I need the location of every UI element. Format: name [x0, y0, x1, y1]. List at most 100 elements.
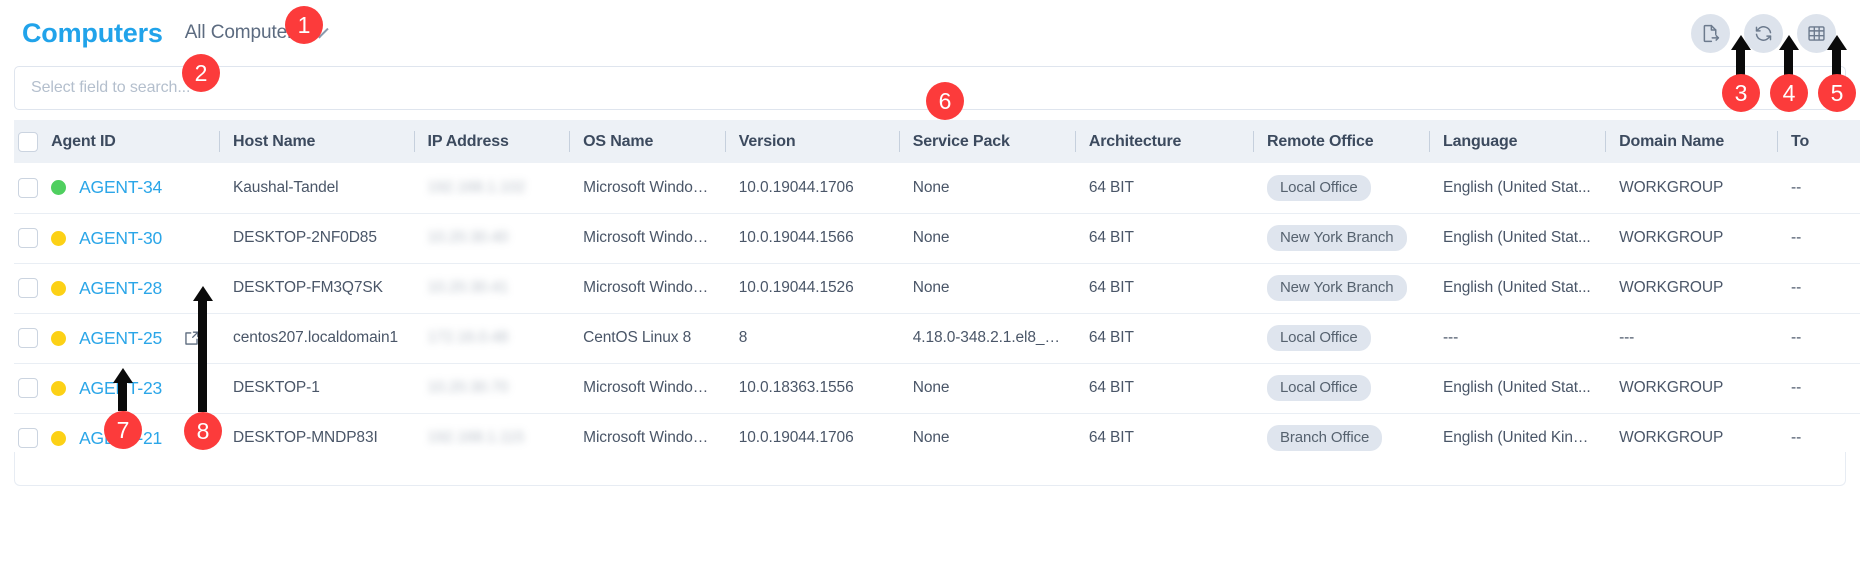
to-cell: -- [1777, 313, 1860, 364]
annotation-marker-3: 3 [1722, 74, 1760, 112]
domain-name-cell: WORKGROUP [1605, 163, 1778, 214]
row-checkbox[interactable] [18, 177, 38, 198]
table-columns-icon [1806, 23, 1827, 44]
remote-office-badge: New York Branch [1266, 225, 1407, 251]
column-header-remote-office[interactable]: Remote Office [1252, 120, 1429, 163]
left-edge-mask [0, 0, 14, 562]
agent-id-inner: AGENT-28 [51, 278, 205, 299]
domain-name-cell: WORKGROUP [1605, 263, 1778, 314]
ip-address-value: 10.20.30.40 [427, 229, 509, 246]
table-row[interactable]: AGENT-23DESKTOP-1 10.20.30.70 Microsoft Wi… [0, 363, 1860, 414]
table-row[interactable]: AGENT-30 DESKTOP-2NF0D85 10.20.30.40 Micros… [0, 213, 1860, 264]
search-placeholder: Select field to search... [31, 79, 191, 96]
architecture-cell: 64 BIT [1074, 413, 1253, 452]
ip-address-cell: 10.20.30.70 [413, 363, 570, 414]
refresh-icon [1753, 23, 1774, 44]
service-pack-cell: None [898, 263, 1075, 314]
agent-id-link[interactable]: AGENT-30 [79, 228, 162, 249]
host-name-cell: centos207.localdomain1 [219, 313, 414, 364]
status-dot-icon [51, 330, 67, 346]
column-header-domain-name[interactable]: Domain Name [1605, 120, 1778, 163]
language-cell: English (United Stat... [1429, 363, 1606, 414]
remote-office-badge: Local Office [1266, 325, 1371, 351]
remote-office-cell: Local Office [1252, 163, 1429, 214]
language-cell: English (United King... [1429, 413, 1606, 452]
ip-address-value: 10.20.30.41 [427, 279, 509, 296]
annotation-marker-4: 4 [1770, 74, 1808, 112]
version-cell: 10.0.19044.1706 [724, 413, 899, 452]
column-header-language[interactable]: Language [1429, 120, 1606, 163]
annotation-arrow-3 [1736, 48, 1745, 76]
annotation-marker-5: 5 [1818, 74, 1856, 112]
row-checkbox[interactable] [18, 328, 38, 348]
export-icon [1700, 23, 1721, 44]
column-header-to[interactable]: To [1777, 120, 1860, 163]
domain-name-cell: WORKGROUP [1605, 363, 1778, 414]
agent-id-link[interactable]: AGENT-25 [79, 328, 162, 349]
table-header: Agent ID Host Name IP Address OS Name Ve… [0, 120, 1860, 163]
column-header-version[interactable]: Version [724, 120, 899, 163]
status-dot-icon [51, 180, 67, 196]
table-row[interactable]: AGENT-21DESKTOP-MNDP83I192.168.1.115Micr… [0, 413, 1860, 452]
agent-id-link[interactable]: AGENT-28 [79, 278, 162, 299]
language-cell: English (United Stat... [1429, 213, 1606, 264]
agent-id-inner: AGENT-30 [51, 228, 205, 249]
column-header-architecture[interactable]: Architecture [1074, 120, 1253, 163]
domain-name-cell: --- [1605, 313, 1778, 364]
annotation-arrow-7 [118, 381, 127, 411]
to-cell: -- [1777, 363, 1860, 414]
row-checkbox[interactable] [18, 378, 38, 398]
remote-office-badge: New York Branch [1266, 275, 1407, 301]
agent-id-cell: AGENT-23 [47, 363, 220, 414]
column-header-service-pack[interactable]: Service Pack [898, 120, 1075, 163]
row-checkbox[interactable] [18, 228, 38, 248]
ip-address-value: 172.16.0.48 [427, 329, 509, 346]
agent-id-inner: AGENT-25 [51, 328, 205, 349]
ip-address-cell: 10.20.30.40 [413, 213, 570, 264]
computers-page: Computers All Computers Select field to … [0, 0, 1860, 562]
architecture-cell: 64 BIT [1074, 163, 1253, 214]
domain-name-cell: WORKGROUP [1605, 213, 1778, 264]
service-pack-cell: None [898, 363, 1075, 414]
select-all-checkbox[interactable] [18, 131, 38, 152]
ip-address-value: 192.168.1.102 [427, 178, 526, 196]
agent-id-cell: AGENT-25 [47, 313, 220, 364]
column-header-os-name[interactable]: OS Name [569, 120, 725, 163]
column-header-ip-address[interactable]: IP Address [413, 120, 570, 163]
table-row[interactable]: AGENT-34 Kaushal-Tandel 192.168.1.102 Micro… [0, 163, 1860, 214]
architecture-cell: 64 BIT [1074, 213, 1253, 264]
row-checkbox[interactable] [18, 428, 38, 448]
table-body: AGENT-34 Kaushal-Tandel 192.168.1.102 Micro… [0, 163, 1860, 452]
architecture-cell: 64 BIT [1074, 263, 1253, 314]
os-name-cell: Microsoft Windows 10... [569, 263, 725, 314]
ip-address-cell: 192.168.1.115 [413, 413, 570, 452]
table-row[interactable]: AGENT-25 centos207.localdomain1 172.16.0.4… [0, 313, 1860, 364]
table-card-footer [14, 452, 1846, 486]
ip-address-value: 192.168.1.115 [427, 429, 525, 446]
language-cell: English (United Stat... [1429, 163, 1606, 214]
export-button[interactable] [1691, 13, 1730, 53]
column-header-agent-id[interactable]: Agent ID [47, 120, 220, 163]
remote-office-cell: Branch Office [1252, 413, 1429, 452]
host-name-cell: DESKTOP-MNDP83I [219, 413, 414, 452]
ip-address-cell: 172.16.0.48 [413, 313, 570, 364]
status-dot-icon [51, 280, 67, 296]
table-row[interactable]: AGENT-28 DESKTOP-FM3Q7SK 10.20.30.41 Micros… [0, 263, 1860, 314]
to-cell: -- [1777, 413, 1860, 452]
column-header-host-name[interactable]: Host Name [219, 120, 414, 163]
ip-address-value: 10.20.30.70 [427, 379, 509, 396]
annotation-marker-7: 7 [104, 411, 142, 449]
architecture-cell: 64 BIT [1074, 363, 1253, 414]
agent-id-link[interactable]: AGENT-34 [79, 177, 162, 198]
host-name-cell: DESKTOP-FM3Q7SK [219, 263, 414, 314]
service-pack-cell: None [898, 213, 1075, 264]
computers-table: Agent ID Host Name IP Address OS Name Ve… [0, 120, 1860, 452]
annotation-marker-1: 1 [285, 6, 323, 44]
service-pack-cell: 4.18.0-348.2.1.el8_5.... [898, 313, 1075, 364]
status-dot-icon [51, 380, 67, 396]
annotation-arrow-8 [198, 299, 207, 412]
computers-table-container[interactable]: Agent ID Host Name IP Address OS Name Ve… [0, 120, 1860, 452]
remote-office-badge: Local Office [1266, 174, 1371, 201]
table-header-row: Agent ID Host Name IP Address OS Name Ve… [0, 120, 1860, 163]
row-checkbox[interactable] [18, 278, 38, 298]
